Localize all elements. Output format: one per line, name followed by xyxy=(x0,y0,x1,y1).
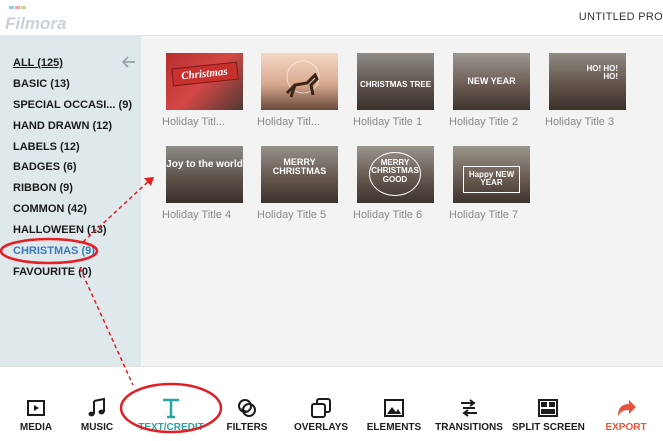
title-card[interactable]: Holiday Titl... xyxy=(257,53,341,131)
title-thumbnail[interactable]: HO! HO! HO! xyxy=(549,53,626,110)
title-thumbnail[interactable]: MERRY CHRISTMAS GOOD xyxy=(357,146,434,203)
toolbar-transitions-button[interactable]: TRANSITIONS xyxy=(432,367,506,441)
sidebar-item-all[interactable]: ALL (125) xyxy=(13,56,132,77)
title-card[interactable]: Joy to the world Holiday Title 4 xyxy=(162,146,246,224)
thumbnail-caption: CHRISTMAS TREE xyxy=(359,80,432,89)
toolbar-label: FILTERS xyxy=(226,422,268,433)
sidebar-item-label: FAVOURITE (0) xyxy=(13,265,92,278)
thumbnail-caption: MERRY CHRISTMAS xyxy=(272,157,327,177)
thumbnail-caption: Joy to the world xyxy=(166,159,243,170)
sidebar-item-basic[interactable]: BASIC (13) xyxy=(13,77,132,98)
title-card-label: Holiday Title 4 xyxy=(162,209,232,221)
filmora-logo: Filmora xyxy=(5,6,75,33)
toolbar-label: SPLIT SCREEN xyxy=(512,422,585,433)
logo-text: Filmora xyxy=(5,14,67,33)
sidebar-item-christmas[interactable]: CHRISTMAS (9) xyxy=(13,244,132,265)
sidebar-item-label: RIBBON (9) xyxy=(13,182,73,195)
toolbar-label: EXPORT xyxy=(605,422,647,433)
category-sidebar: ALL (125) BASIC (13) SPECIAL OCCASI... (9)… xyxy=(0,36,141,366)
reindeer-icon xyxy=(285,60,320,98)
sidebar-item-label: COMMON (42) xyxy=(13,203,87,216)
title-card-label: Holiday Title 7 xyxy=(449,209,519,221)
title-thumbnail[interactable]: NEW YEAR xyxy=(453,53,530,110)
transitions-icon xyxy=(458,397,480,419)
thumbnail-caption: Happy NEW YEAR xyxy=(463,166,520,193)
title-card-label: Holiday Title 3 xyxy=(545,116,615,128)
sidebar-item-label: HAND DRAWN (12) xyxy=(13,119,112,132)
title-thumbnail[interactable] xyxy=(261,53,338,110)
title-card[interactable]: MERRY CHRISTMAS Holiday Title 5 xyxy=(257,146,341,224)
title-card-label: Holiday Title 2 xyxy=(449,116,519,128)
title-card-label: Holiday Titl... xyxy=(162,116,225,128)
sidebar-item-badges[interactable]: BADGES (6) xyxy=(13,160,132,181)
title-card[interactable]: Happy NEW YEAR Holiday Title 7 xyxy=(449,146,533,224)
toolbar-label: MEDIA xyxy=(19,422,53,433)
app-window: Filmora UNTITLED PRO ALL (125) BASIC (13)… xyxy=(0,0,663,441)
filters-icon xyxy=(236,397,258,419)
title-card-label: Holiday Title 6 xyxy=(353,209,423,221)
toolbar-filters-button[interactable]: FILTERS xyxy=(222,367,272,441)
sidebar-item-label: BASIC (13) xyxy=(13,77,70,90)
title-card-label: Holiday Titl... xyxy=(257,116,320,128)
sidebar-item-label: SPECIAL OCCASI... (9) xyxy=(13,98,132,111)
sidebar-item-label: ALL (125) xyxy=(13,57,63,69)
thumbnail-caption: HO! HO! HO! xyxy=(586,64,618,82)
music-note-icon xyxy=(86,397,108,419)
sidebar-item-special-occasi[interactable]: SPECIAL OCCASI... (9) xyxy=(13,98,132,119)
bottom-toolbar: MEDIA MUSIC TEXT/CREDIT FILTERS OVERLAYS ELEM… xyxy=(0,366,663,441)
sidebar-item-label: LABELS (12) xyxy=(13,140,80,153)
split-screen-icon xyxy=(537,397,559,419)
sidebar-item-favourite[interactable]: FAVOURITE (0) xyxy=(13,265,132,286)
toolbar-label: OVERLAYS xyxy=(293,422,349,433)
title-thumbnail[interactable]: CHRISTMAS TREE xyxy=(357,53,434,110)
toolbar-export-button[interactable]: EXPORT xyxy=(598,367,654,441)
toolbar-text-credit-button[interactable]: TEXT/CREDIT xyxy=(122,367,220,441)
sidebar-item-hand-drawn[interactable]: HAND DRAWN (12) xyxy=(13,119,132,140)
title-card[interactable]: CHRISTMAS TREE Holiday Title 1 xyxy=(353,53,437,131)
sidebar-item-label: BADGES (6) xyxy=(13,161,77,174)
title-card[interactable]: NEW YEAR Holiday Title 2 xyxy=(449,53,533,131)
sidebar-item-labels[interactable]: LABELS (12) xyxy=(13,140,132,161)
logo-mark-icon xyxy=(9,6,26,9)
thumbnail-caption: NEW YEAR xyxy=(467,76,516,86)
thumbnail-caption: MERRY CHRISTMAS GOOD xyxy=(369,152,421,196)
media-icon xyxy=(25,397,47,419)
category-list: ALL (125) BASIC (13) SPECIAL OCCASI... (9)… xyxy=(13,56,132,286)
title-thumbnail[interactable]: Christmas xyxy=(166,53,243,110)
title-card-label: Holiday Title 5 xyxy=(257,209,327,221)
toolbar-label: TEXT/CREDIT xyxy=(138,422,204,433)
toolbar-music-button[interactable]: MUSIC xyxy=(72,367,122,441)
toolbar-media-button[interactable]: MEDIA xyxy=(10,367,62,441)
toolbar-elements-button[interactable]: ELEMENTS xyxy=(362,367,426,441)
title-thumbnail[interactable]: Happy NEW YEAR xyxy=(453,146,530,203)
toolbar-label: TRANSITIONS xyxy=(435,422,503,433)
toolbar-label: ELEMENTS xyxy=(366,422,422,433)
header-bar: Filmora UNTITLED PRO xyxy=(0,0,663,36)
sidebar-item-label: HALLOWEEN (13) xyxy=(13,224,107,237)
title-thumbnail[interactable]: MERRY CHRISTMAS xyxy=(261,146,338,203)
image-icon xyxy=(383,397,405,419)
title-card-label: Holiday Title 1 xyxy=(353,116,423,128)
title-card[interactable]: HO! HO! HO! Holiday Title 3 xyxy=(545,53,629,131)
toolbar-split-screen-button[interactable]: SPLIT SCREEN xyxy=(512,367,585,441)
toolbar-overlays-button[interactable]: OVERLAYS xyxy=(290,367,352,441)
export-arrow-icon xyxy=(615,397,637,419)
project-title: UNTITLED PRO xyxy=(578,11,663,23)
title-card[interactable]: Christmas Holiday Titl... xyxy=(162,53,246,131)
title-thumbnail[interactable]: Joy to the world xyxy=(166,146,243,203)
title-grid: Christmas Holiday Titl... Holiday Titl... C… xyxy=(141,36,663,366)
sidebar-item-common[interactable]: COMMON (42) xyxy=(13,202,132,223)
toolbar-label: MUSIC xyxy=(80,422,114,433)
text-t-icon xyxy=(160,397,182,419)
title-card[interactable]: MERRY CHRISTMAS GOOD Holiday Title 6 xyxy=(353,146,437,224)
sidebar-item-label: CHRISTMAS (9) xyxy=(13,245,95,258)
overlays-icon xyxy=(310,397,332,419)
sidebar-item-halloween[interactable]: HALLOWEEN (13) xyxy=(13,223,132,244)
sidebar-item-ribbon[interactable]: RIBBON (9) xyxy=(13,181,132,202)
